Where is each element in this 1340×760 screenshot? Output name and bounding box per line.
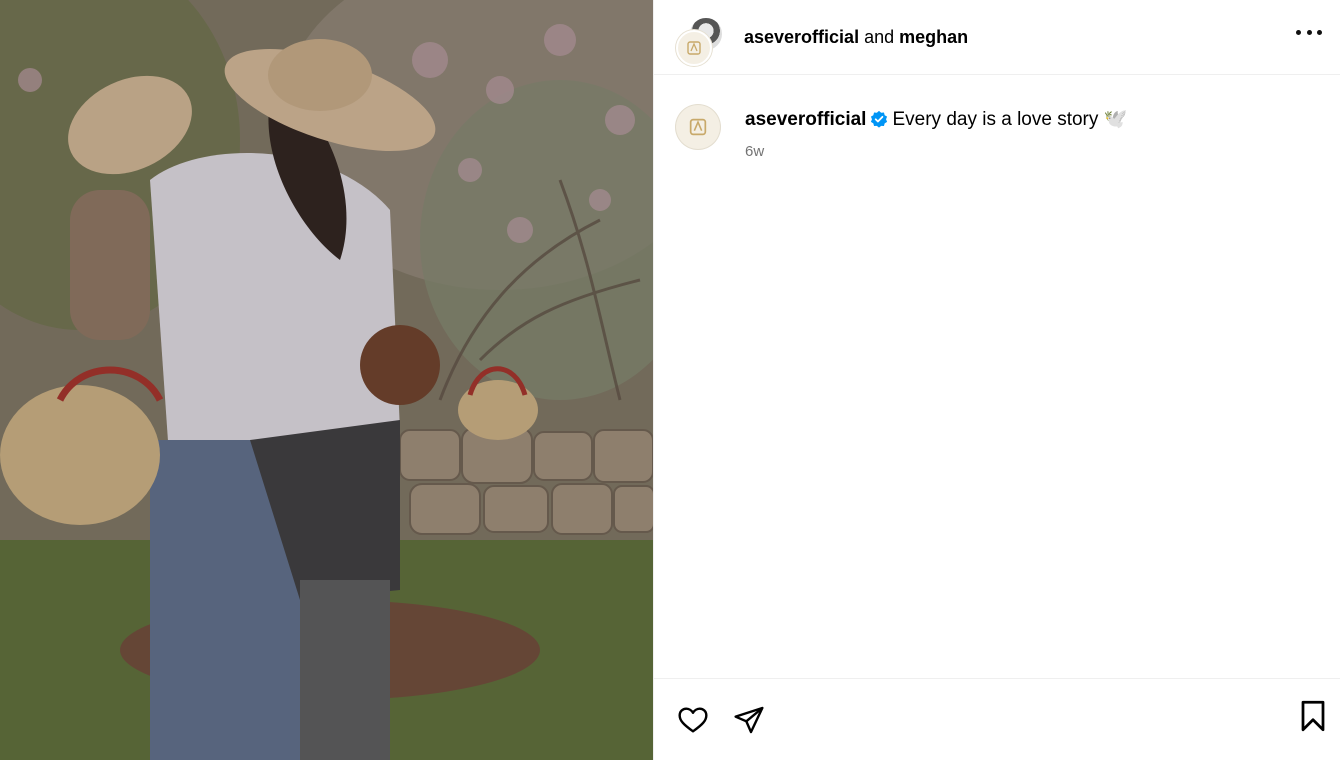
brand-logo-icon	[689, 118, 707, 136]
like-button[interactable]	[676, 704, 710, 736]
save-button[interactable]	[1298, 699, 1328, 738]
comments-section: aseverofficial Every day is a love story…	[654, 75, 1340, 678]
caption-body: aseverofficial Every day is a love story…	[745, 105, 1127, 160]
post-header: aseverofficial and meghan	[654, 0, 1340, 75]
conjunction-text: and	[864, 26, 895, 47]
owner-username-link[interactable]: aseverofficial	[744, 27, 859, 47]
more-options-button[interactable]	[1296, 22, 1322, 42]
brand-logo-icon	[687, 41, 701, 55]
paper-plane-icon	[734, 706, 764, 733]
caption-text-line: aseverofficial Every day is a love story…	[745, 105, 1127, 137]
caption: aseverofficial Every day is a love story…	[676, 105, 1324, 160]
more-horizontal-icon	[1296, 29, 1301, 35]
avatar-aseverofficial[interactable]	[676, 30, 712, 66]
share-button[interactable]	[732, 704, 766, 736]
action-bar	[654, 678, 1340, 760]
verified-badge-icon	[870, 109, 888, 137]
dove-emoji: 🕊️	[1103, 109, 1128, 130]
post-details-panel: aseverofficial and meghan aseverofficial…	[653, 0, 1340, 760]
caption-username-link[interactable]: aseverofficial	[745, 109, 866, 130]
header-usernames: aseverofficial and meghan	[744, 27, 968, 48]
post-photo[interactable]	[0, 0, 653, 760]
photo-illustration	[0, 0, 653, 760]
caption-avatar[interactable]	[676, 105, 720, 149]
post-viewer: aseverofficial and meghan aseverofficial…	[0, 0, 1340, 760]
collab-avatars[interactable]	[676, 13, 724, 66]
heart-icon	[678, 706, 708, 733]
bookmark-icon	[1301, 700, 1325, 732]
post-timestamp[interactable]: 6w	[745, 143, 1127, 160]
caption-message: Every day is a love story	[892, 109, 1099, 130]
collaborator-username-link[interactable]: meghan	[899, 27, 968, 47]
